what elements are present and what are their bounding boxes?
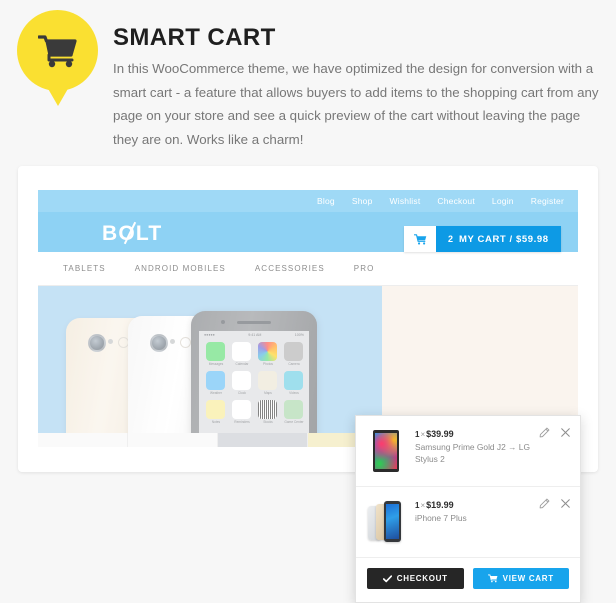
view-cart-button[interactable]: VIEW CART	[472, 568, 569, 589]
cart-item-price: $39.99	[426, 429, 454, 439]
cart-panel-actions: CHECKOUT VIEW CART	[356, 558, 580, 602]
feature-description: In this WooCommerce theme, we have optim…	[113, 61, 599, 147]
phones-thumbnail	[368, 499, 404, 545]
nav-item-tablets[interactable]: TABLETS	[63, 264, 106, 273]
site-mainnav: TABLETS ANDROID MOBILES ACCESSORIES PRO	[38, 252, 578, 286]
cart-item: 1×$39.99 Samsung Prime Gold J2 → LG Styl…	[356, 416, 580, 487]
checkout-button[interactable]: CHECKOUT	[367, 568, 464, 589]
cart-item-thumbnail[interactable]	[368, 428, 404, 474]
topbar-link-register[interactable]: Register	[531, 196, 564, 206]
feature-header: SMART CART In this WooCommerce theme, we…	[0, 0, 616, 160]
pencil-icon[interactable]	[539, 427, 550, 438]
cart-item-count: 2	[448, 234, 454, 244]
tablet-screen	[375, 433, 397, 469]
view-cart-button-label: VIEW CART	[502, 574, 554, 583]
my-cart-button[interactable]: 2 MY CART / $59.98	[436, 226, 561, 252]
nav-item-pro[interactable]: PRO	[354, 264, 375, 273]
cart-item-actions	[539, 498, 571, 509]
mockup-card: Blog Shop Wishlist Checkout Login Regist…	[18, 166, 598, 603]
topbar-link-login[interactable]: Login	[492, 196, 514, 206]
tablet-thumbnail	[373, 430, 399, 472]
checkout-button-label: CHECKOUT	[396, 574, 448, 583]
shopping-cart-icon	[37, 34, 77, 67]
cart-item: 1×$19.99 iPhone 7 Plus	[356, 487, 580, 558]
check-icon	[382, 574, 392, 582]
close-icon[interactable]	[560, 427, 571, 438]
site-logo[interactable]: BOLT	[102, 221, 162, 246]
site-topbar: Blog Shop Wishlist Checkout Login Regist…	[38, 190, 578, 212]
mini-phone-black	[384, 501, 401, 542]
topbar-link-shop[interactable]: Shop	[352, 196, 373, 206]
cart-item-actions	[539, 427, 571, 438]
mainnav-items: TABLETS ANDROID MOBILES ACCESSORIES PRO	[63, 252, 374, 285]
cart-item-price: $19.99	[426, 500, 454, 510]
pencil-icon[interactable]	[539, 498, 550, 509]
cart-item-name[interactable]: iPhone 7 Plus	[415, 513, 535, 525]
cart-icon	[413, 233, 426, 245]
cart-dropdown-panel: 1×$39.99 Samsung Prime Gold J2 → LG Styl…	[355, 415, 581, 603]
cart-item-name[interactable]: Samsung Prime Gold J2 → LG Stylus 2	[415, 442, 535, 465]
topbar-link-wishlist[interactable]: Wishlist	[390, 196, 421, 206]
cart-button-group[interactable]: 2 MY CART / $59.98	[404, 226, 561, 252]
site-mockup: Blog Shop Wishlist Checkout Login Regist…	[38, 190, 578, 447]
product-cell	[218, 433, 308, 447]
nav-item-android-mobiles[interactable]: ANDROID MOBILES	[135, 264, 226, 273]
page-title: SMART CART	[113, 24, 276, 51]
feature-badge	[17, 10, 98, 91]
cart-icon-button[interactable]	[404, 226, 436, 252]
topbar-link-checkout[interactable]: Checkout	[437, 196, 475, 206]
product-cell	[38, 433, 128, 447]
topbar-links: Blog Shop Wishlist Checkout Login Regist…	[317, 190, 564, 212]
topbar-link-blog[interactable]: Blog	[317, 196, 335, 206]
mini-phone-screen	[386, 504, 399, 539]
cart-button-label: MY CART / $59.98	[459, 233, 549, 245]
product-cell	[128, 433, 218, 447]
close-icon[interactable]	[560, 498, 571, 509]
cart-icon	[487, 574, 498, 583]
nav-item-accessories[interactable]: ACCESSORIES	[255, 264, 325, 273]
cart-item-thumbnail[interactable]	[368, 499, 404, 545]
